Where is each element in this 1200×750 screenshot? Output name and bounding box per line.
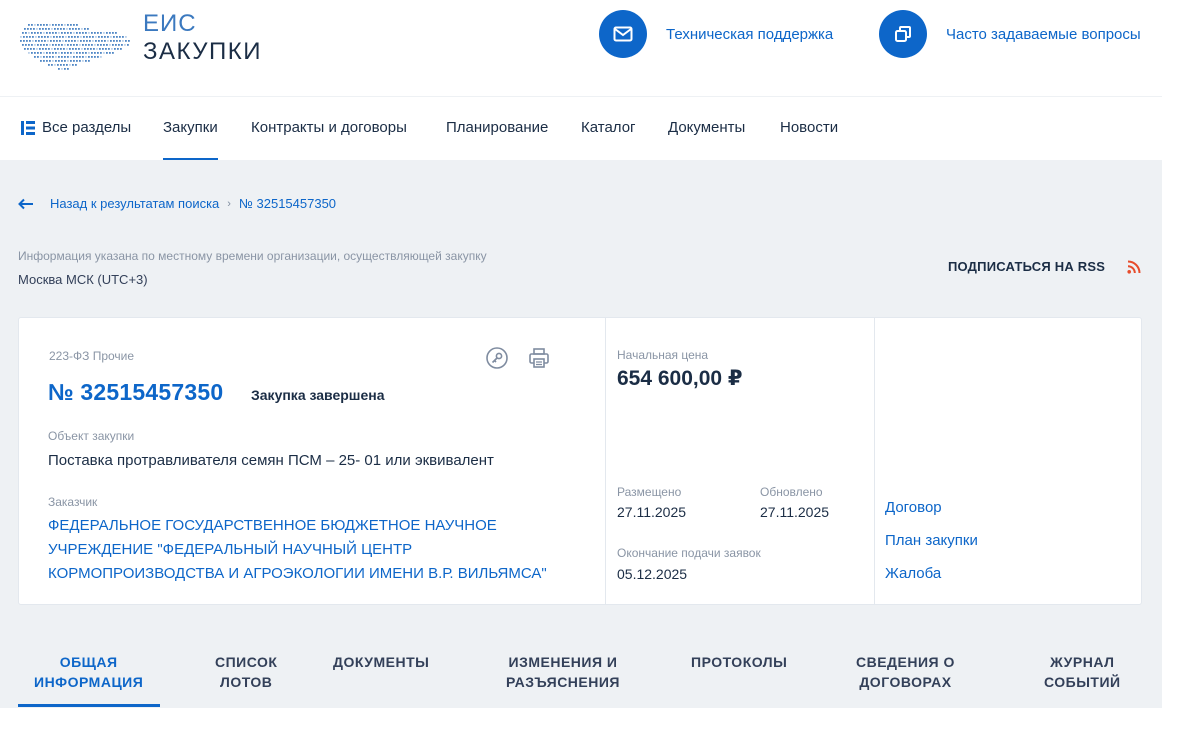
tab-documents[interactable]: ДОКУМЕНТЫ [333,652,429,672]
tab-lots[interactable]: СПИСОК ЛОТОВ [215,652,277,692]
key-icon[interactable] [485,346,509,370]
tab-general-info-l2: ИНФОРМАЦИЯ [34,674,144,690]
tab-changes-l2: РАЗЪЯСНЕНИЯ [506,674,620,690]
updated-label: Обновлено [760,485,823,499]
updated-value: 27.11.2025 [760,504,830,520]
tab-lots-l1: СПИСОК [215,654,278,670]
price-dates-info: Начальная цена 654 600,00 ₽ Размещено 27… [606,318,875,604]
nav-item-purchases[interactable]: Закупки [163,97,218,161]
mail-icon [599,10,647,58]
faq-link[interactable]: Часто задаваемые вопросы [879,9,1141,59]
tab-contracts-info-l2: ДОГОВОРАХ [859,674,952,690]
customer-link[interactable]: ФЕДЕРАЛЬНОЕ ГОСУДАРСТВЕННОЕ БЮДЖЕТНОЕ НА… [48,514,568,586]
timezone-note: Информация указана по местному времени о… [18,249,487,263]
rss-icon [1127,260,1141,274]
breadcrumb-separator: › [227,197,231,210]
law-type: 223-ФЗ Прочие [49,349,135,363]
sections-icon [21,121,35,135]
object-value: Поставка протравливателя семян ПСМ – 25-… [48,452,494,469]
purchase-card: 223-ФЗ Прочие № 32515457350 Закупка заве… [18,317,1142,605]
nav-all-sections-label: Все разделы [42,119,132,136]
tab-general-info-l1: ОБЩАЯ [59,654,118,670]
nav-all-sections[interactable]: Все разделы [20,97,131,159]
tab-event-log[interactable]: ЖУРНАЛ СОБЫТИЙ [1044,652,1121,692]
tab-contracts-info[interactable]: СВЕДЕНИЯ О ДОГОВОРАХ [856,652,955,692]
tab-event-log-l2: СОБЫТИЙ [1044,674,1121,690]
rss-label: ПОДПИСАТЬСЯ НА RSS [948,259,1106,274]
price-value: 654 600,00 ₽ [617,367,743,390]
contract-link[interactable]: Договор [885,499,942,516]
tab-lots-l2: ЛОТОВ [220,674,273,690]
tab-changes[interactable]: ИЗМЕНЕНИЯ И РАЗЪЯСНЕНИЯ [506,652,620,692]
posted-value: 27.11.2025 [617,504,687,520]
main-nav: Все разделы Закупки Контракты и договоры… [0,96,1162,161]
tab-general-info[interactable]: ОБЩАЯ ИНФОРМАЦИЯ [34,652,143,692]
printer-icon[interactable] [527,346,551,370]
back-to-results-link[interactable]: Назад к результатам поиска [50,196,219,211]
nav-item-contracts[interactable]: Контракты и договоры [251,97,407,159]
main-content: Назад к результатам поиска › № 325154573… [0,160,1162,708]
deadline-value: 05.12.2025 [617,566,688,582]
timezone-value: Москва МСК (UTC+3) [18,272,148,287]
customer-label: Заказчик [48,495,98,509]
purchase-main-info: 223-ФЗ Прочие № 32515457350 Закупка заве… [19,318,606,604]
complaint-link[interactable]: Жалоба [885,565,941,582]
price-label: Начальная цена [617,348,709,362]
support-label: Техническая поддержка [666,25,834,43]
object-label: Объект закупки [48,429,135,443]
posted-label: Размещено [617,485,682,499]
tab-protocols[interactable]: ПРОТОКОЛЫ [691,652,787,672]
support-link[interactable]: Техническая поддержка [599,9,833,59]
nav-item-news[interactable]: Новости [780,97,838,159]
tab-contracts-info-l1: СВЕДЕНИЯ О [856,654,955,670]
purchase-plan-link[interactable]: План закупки [885,532,978,549]
logo-line2: ЗАКУПКИ [143,38,262,65]
active-tab-indicator [18,704,160,707]
tab-protocols-l1: ПРОТОКОЛЫ [691,654,788,670]
windows-icon [879,10,927,58]
related-links: Договор План закупки Жалоба [875,318,1141,604]
breadcrumb-current: № 32515457350 [238,196,337,211]
site-header: ЕИС ЗАКУПКИ Техническая поддержка Часто … [0,0,1162,96]
nav-item-planning[interactable]: Планирование [446,97,548,159]
breadcrumb: Назад к результатам поиска › № 325154573… [18,196,336,211]
nav-item-documents[interactable]: Документы [668,97,745,159]
russia-map-logo[interactable] [18,8,136,70]
purchase-status: Закупка завершена [251,387,385,403]
tab-changes-l1: ИЗМЕНЕНИЯ И [508,654,618,670]
site-logo-text[interactable]: ЕИС ЗАКУПКИ [143,10,262,66]
logo-line1: ЕИС [143,10,197,37]
purchase-number[interactable]: № 32515457350 [48,379,223,406]
faq-label: Часто задаваемые вопросы [946,25,1141,43]
tab-documents-l1: ДОКУМЕНТЫ [333,654,430,670]
arrow-left-icon[interactable] [18,198,34,210]
rss-subscribe-link[interactable]: ПОДПИСАТЬСЯ НА RSS [948,259,1141,274]
nav-item-catalog[interactable]: Каталог [581,97,636,159]
tab-event-log-l1: ЖУРНАЛ [1050,654,1115,670]
deadline-label: Окончание подачи заявок [617,546,761,560]
